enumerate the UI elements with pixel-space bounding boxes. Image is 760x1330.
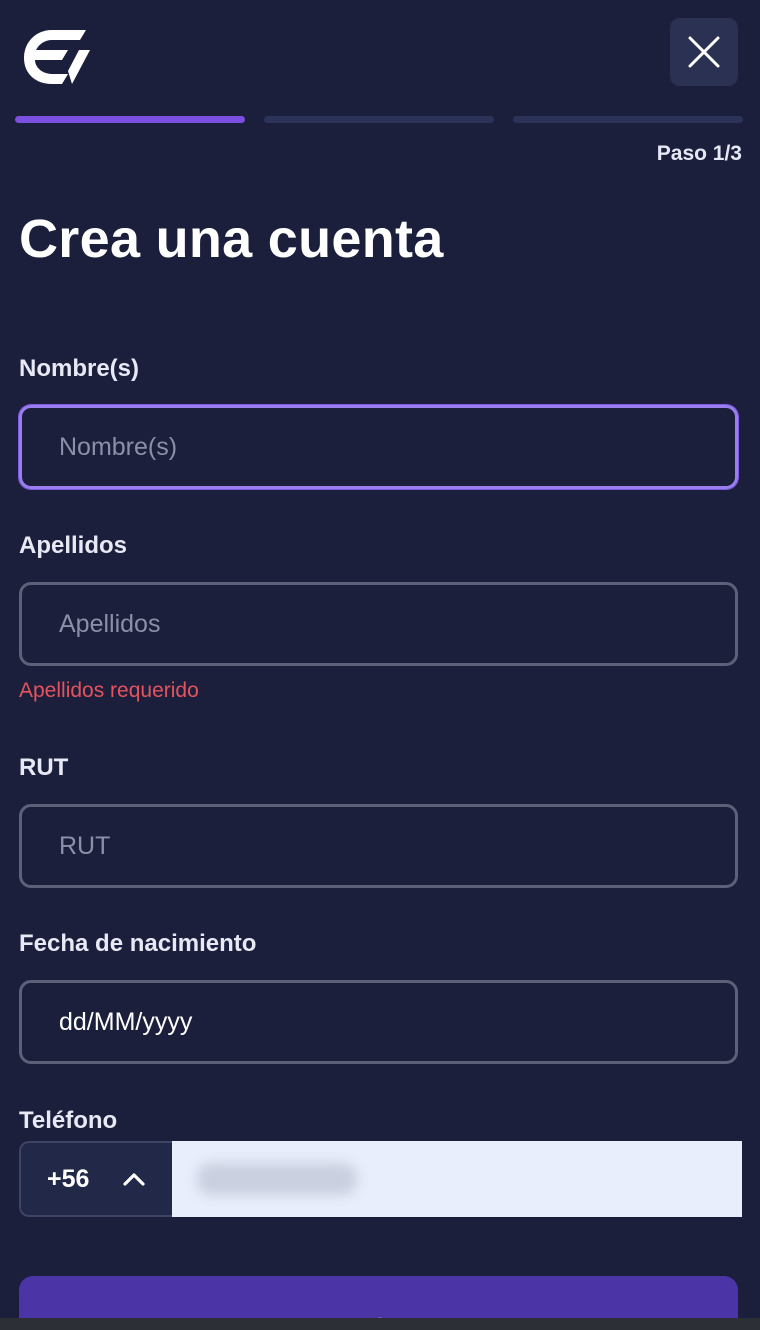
phone-label: Teléfono bbox=[19, 1107, 118, 1134]
last-name-label: Apellidos bbox=[19, 532, 128, 559]
close-button[interactable] bbox=[670, 18, 738, 86]
ev-brand-logo-icon bbox=[24, 30, 90, 84]
progress-segment-3 bbox=[513, 116, 743, 123]
first-name-input[interactable] bbox=[19, 405, 738, 489]
last-name-input[interactable] bbox=[19, 582, 738, 666]
phone-field: +56 bbox=[19, 1141, 742, 1217]
birth-date-input[interactable] bbox=[19, 980, 738, 1064]
last-name-error: Apellidos requerido bbox=[19, 679, 199, 702]
page-title: Crea una cuenta bbox=[19, 209, 444, 269]
signup-page: Paso 1/3 Crea una cuenta Nombre(s) Apell… bbox=[0, 0, 760, 1330]
step-indicator: Paso 1/3 bbox=[656, 142, 742, 165]
country-code-value: +56 bbox=[47, 1164, 90, 1193]
chevron-up-icon bbox=[123, 1173, 146, 1186]
rut-input[interactable] bbox=[19, 804, 738, 888]
rut-label: RUT bbox=[19, 754, 69, 781]
progress-segment-1 bbox=[15, 116, 245, 123]
bottom-edge-bar bbox=[0, 1318, 760, 1330]
close-icon bbox=[688, 36, 720, 68]
phone-number-input[interactable] bbox=[172, 1141, 742, 1217]
birth-date-label: Fecha de nacimiento bbox=[19, 930, 257, 957]
country-code-select[interactable]: +56 bbox=[19, 1141, 173, 1217]
progress-segment-2 bbox=[264, 116, 494, 123]
first-name-label: Nombre(s) bbox=[19, 355, 140, 382]
step-progress-bar bbox=[15, 116, 743, 124]
